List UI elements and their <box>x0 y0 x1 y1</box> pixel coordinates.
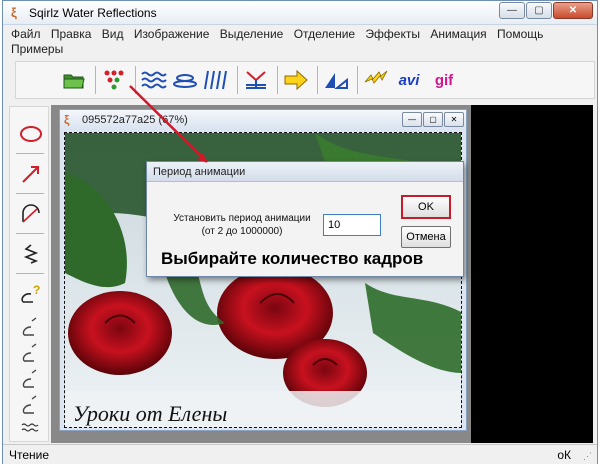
toolbar-separator <box>357 66 358 94</box>
toolbar-separator <box>237 66 238 94</box>
lasso-question-icon: ? <box>21 283 40 303</box>
image-window-controls: — ▢ ✕ <box>402 112 464 127</box>
save-avi-button[interactable]: avi <box>393 65 425 95</box>
dialog-label: Установить период анимации (от 2 до 1000… <box>157 212 327 238</box>
folder-icon <box>63 74 85 89</box>
toolbar-separator <box>16 193 44 194</box>
lasso-tool-1[interactable] <box>18 313 44 339</box>
svg-text:?: ? <box>33 283 40 297</box>
gif-label: gif <box>434 71 454 89</box>
lasso-icon <box>22 317 37 336</box>
lasso-icon <box>22 343 37 362</box>
toolbar-separator <box>317 66 318 94</box>
arc-tool[interactable] <box>18 201 44 227</box>
toolbar-separator <box>95 66 96 94</box>
lightning-icon <box>364 70 388 84</box>
toolbar-separator <box>16 153 44 154</box>
status-bar: Чтение оК ⋰ <box>3 444 597 464</box>
wave-line-tool[interactable] <box>18 241 44 267</box>
toolbar-separator <box>16 233 44 234</box>
left-toolbar: ? <box>9 106 49 442</box>
perspective-button[interactable] <box>322 65 350 95</box>
ripples-icon <box>173 74 197 88</box>
minimize-button[interactable]: — <box>499 2 525 19</box>
image-window-title: 095572a77a25 (67%) <box>82 114 188 126</box>
rain-button[interactable] <box>202 65 230 95</box>
ok-button[interactable]: OK <box>401 195 451 219</box>
menu-selection[interactable]: Выделение <box>220 27 284 41</box>
ellipse-tool[interactable] <box>18 121 44 147</box>
animation-points-button[interactable] <box>100 65 128 95</box>
instruction-caption: Выбирайте количество кадров <box>161 249 424 268</box>
watermark-text: Уроки от Елены <box>73 401 227 426</box>
title-bar: ξ Sqirlz Water Reflections — ▢ ✕ <box>3 1 597 25</box>
window-controls: — ▢ ✕ <box>499 2 593 19</box>
menu-separation[interactable]: Отделение <box>294 27 355 41</box>
resize-grip-icon[interactable]: ⋰ <box>583 451 595 463</box>
dialog-title: Период анимации <box>147 162 463 182</box>
water-line-tool[interactable] <box>18 415 44 441</box>
menu-bar: Файл Правка Вид Изображение Выделение От… <box>3 26 597 58</box>
toolbar-separator <box>135 66 136 94</box>
zigzag-icon <box>23 244 39 264</box>
save-gif-button[interactable]: gif <box>428 65 460 95</box>
preview-area <box>471 105 593 443</box>
image-window-icon: ξ <box>64 113 70 127</box>
lasso-tool-3[interactable] <box>18 365 44 391</box>
next-arrow-button[interactable] <box>282 65 310 95</box>
ripples-button[interactable] <box>171 65 199 95</box>
wavy-lines-icon <box>21 423 39 432</box>
lightning-button[interactable] <box>362 65 390 95</box>
line-arrow-tool[interactable] <box>18 161 44 187</box>
window-title: Sqirlz Water Reflections <box>29 6 157 20</box>
menu-view[interactable]: Вид <box>102 27 124 41</box>
toolbar-separator <box>16 273 44 274</box>
status-ok: оК <box>557 448 571 462</box>
avi-label: avi <box>398 71 420 89</box>
dialog-label-line2: (от 2 до 1000000) <box>201 226 283 237</box>
water-waves-button[interactable] <box>140 65 168 95</box>
arc-icon <box>22 204 40 223</box>
open-folder-button[interactable] <box>60 65 88 95</box>
arrow-right-icon <box>284 70 308 90</box>
split-icon <box>246 71 266 89</box>
dialog-label-line1: Установить период анимации <box>173 213 311 224</box>
waves-icon <box>141 71 167 89</box>
menu-file[interactable]: Файл <box>11 27 41 41</box>
reflection-split-button[interactable] <box>242 65 270 95</box>
menu-edit[interactable]: Правка <box>51 27 92 41</box>
lasso-icon <box>22 395 37 414</box>
lasso-icon <box>22 369 37 388</box>
app-window: ξ Sqirlz Water Reflections — ▢ ✕ Файл Пр… <box>2 0 598 464</box>
menu-image[interactable]: Изображение <box>134 27 210 41</box>
perspective-icon <box>325 73 348 89</box>
menu-effects[interactable]: Эффекты <box>365 27 420 41</box>
lasso-help-tool[interactable]: ? <box>18 281 44 307</box>
cancel-button[interactable]: Отмена <box>401 226 451 248</box>
image-close-button[interactable]: ✕ <box>444 112 464 127</box>
ellipse-icon <box>20 126 42 142</box>
toolbar-separator <box>277 66 278 94</box>
image-window-titlebar: ξ 095572a77a25 (67%) — ▢ ✕ <box>60 110 466 130</box>
rain-icon <box>204 70 227 90</box>
animation-period-dialog: Период анимации Установить период анимац… <box>146 161 464 277</box>
lasso-tool-4[interactable] <box>18 391 44 417</box>
close-button[interactable]: ✕ <box>553 2 593 19</box>
menu-examples[interactable]: Примеры <box>11 42 63 56</box>
arrow-diagonal-icon <box>22 166 39 183</box>
maximize-button[interactable]: ▢ <box>526 2 552 19</box>
status-text: Чтение <box>9 448 50 462</box>
dots-icon <box>104 70 124 90</box>
menu-animation[interactable]: Анимация <box>430 27 486 41</box>
menu-help[interactable]: Помощь <box>497 27 543 41</box>
lasso-tool-2[interactable] <box>18 339 44 365</box>
image-minimize-button[interactable]: — <box>402 112 422 127</box>
main-toolbar: avi gif <box>15 61 595 99</box>
period-input[interactable] <box>323 214 381 236</box>
image-maximize-button[interactable]: ▢ <box>423 112 443 127</box>
app-icon: ξ <box>11 5 17 20</box>
